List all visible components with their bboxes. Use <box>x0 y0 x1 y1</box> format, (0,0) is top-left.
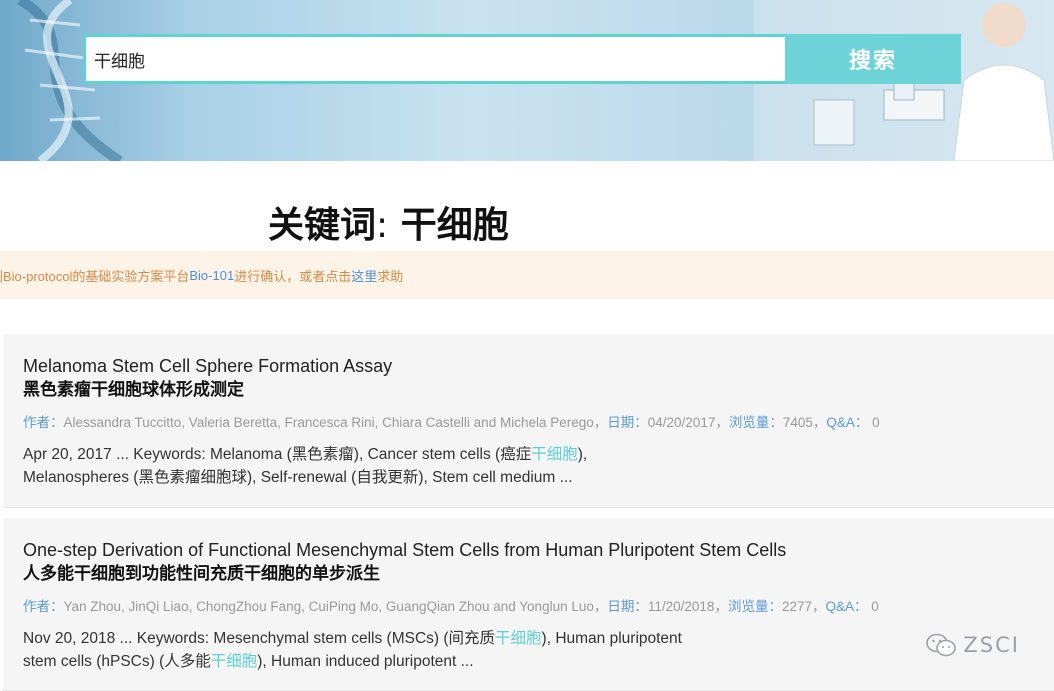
keyword-term: 干细胞 <box>400 205 509 246</box>
date-label: 日期： <box>607 599 648 614</box>
author-label: 作者： <box>23 415 64 430</box>
snippet-text: Apr 20, 2017 ... Keywords: Melanoma (黑色素… <box>23 446 532 463</box>
snippet-text: Melanospheres (黑色素瘤细胞球), Self-renewal (自… <box>23 469 573 486</box>
date-label: 日期： <box>607 415 648 430</box>
snippet-text: ), Human induced pluripotent ... <box>257 653 474 670</box>
result-views: 7405， <box>782 415 827 430</box>
result-snippet: Apr 20, 2017 ... Keywords: Melanoma (黑色素… <box>23 443 1034 489</box>
wechat-icon <box>926 633 957 657</box>
search-input[interactable] <box>83 34 785 84</box>
snippet-highlight: 干细胞 <box>531 446 578 463</box>
notice-prefix: 到Bio-protocol的基础实验方案平台 <box>0 268 190 284</box>
result-title-cn[interactable]: 黑色素瘤干细胞球体形成测定 <box>23 378 1034 402</box>
snippet-highlight: 干细胞 <box>210 653 258 670</box>
keyword-label: 关键词 <box>268 205 377 246</box>
result-authors: Alessandra Tuccitto, Valeria Beretta, Fr… <box>63 415 608 430</box>
page-title: 关键词: 干细胞 <box>268 196 509 248</box>
qa-label[interactable]: Q&A： <box>826 415 868 430</box>
snippet-highlight: 干细胞 <box>495 630 542 647</box>
notice-suffix: 求助 <box>377 268 404 284</box>
result-qa-count: 0 <box>867 599 879 614</box>
result-card: One-step Derivation of Functional Mesenc… <box>3 518 1054 691</box>
snippet-text: ), <box>577 446 588 463</box>
hero-banner: 搜索 <box>0 0 1054 161</box>
watermark-text: ZSCI <box>963 633 1020 657</box>
search-bar: 搜索 <box>83 34 961 84</box>
help-notice: 到Bio-protocol的基础实验方案平台 Bio-101 进行确认，或者点击 这里… <box>0 251 1054 299</box>
result-authors: Yan Zhou, JinQi Liao, ChongZhou Fang, Cu… <box>63 599 608 614</box>
qa-label[interactable]: Q&A： <box>826 599 868 614</box>
views-label: 浏览量： <box>728 415 783 430</box>
result-date: 11/20/2018， <box>647 599 728 614</box>
snippet-text: Nov 20, 2018 ... Keywords: Mesenchymal s… <box>23 630 496 647</box>
watermark: ZSCI <box>925 632 1020 658</box>
result-meta: 作者：Alessandra Tuccitto, Valeria Beretta,… <box>23 414 1034 432</box>
result-card: Melanoma Stem Cell Sphere Formation Assa… <box>3 334 1054 508</box>
result-title-en[interactable]: Melanoma Stem Cell Sphere Formation Assa… <box>23 354 1034 378</box>
views-label: 浏览量： <box>727 599 782 614</box>
bio101-link[interactable]: Bio-101 <box>189 268 234 283</box>
result-snippet: Nov 20, 2018 ... Keywords: Mesenchymal s… <box>23 627 1034 673</box>
result-date: 04/20/2017， <box>647 415 729 430</box>
search-button[interactable]: 搜索 <box>785 34 961 84</box>
keyword-separator: : <box>376 205 389 246</box>
notice-middle: 进行确认，或者点击 <box>234 268 352 284</box>
result-meta: 作者：Yan Zhou, JinQi Liao, ChongZhou Fang,… <box>23 598 1034 616</box>
snippet-text: stem cells (hPSCs) (人多能 <box>23 653 211 670</box>
snippet-text: ), Human pluripotent <box>541 630 682 647</box>
result-qa-count: 0 <box>868 415 880 430</box>
result-title-cn[interactable]: 人多能干细胞到功能性间充质干细胞的单步派生 <box>23 562 1034 586</box>
author-label: 作者： <box>23 599 64 614</box>
result-title-en[interactable]: One-step Derivation of Functional Mesenc… <box>23 538 1034 562</box>
help-here-link[interactable]: 这里 <box>351 266 377 285</box>
result-views: 2277， <box>781 599 826 614</box>
